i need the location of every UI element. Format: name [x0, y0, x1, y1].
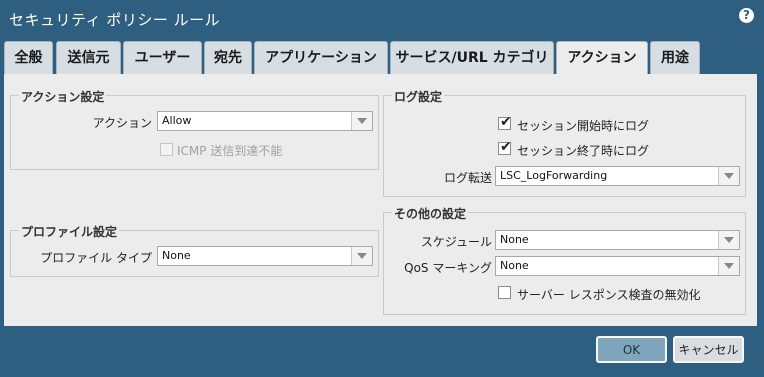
action-label: アクション [92, 116, 152, 130]
other-settings-legend: その他の設定 [392, 205, 469, 222]
checkmark-icon: ✔ [500, 114, 512, 130]
icmp-unreachable-checkbox[interactable] [160, 143, 173, 156]
checkmark-icon: ✔ [500, 139, 512, 155]
chevron-down-icon[interactable] [718, 167, 739, 185]
tab-general[interactable]: 全般 [4, 41, 53, 74]
log-at-session-start-label: セッション開始時にログ [517, 119, 650, 133]
dialog-title: セキュリティ ポリシー ルール [9, 11, 221, 29]
help-icon[interactable]: ? [739, 8, 754, 23]
log-settings-legend: ログ設定 [392, 88, 445, 105]
profile-type-value: None [162, 249, 191, 262]
disable-server-response-inspection-checkbox[interactable] [498, 286, 511, 299]
other-settings-group: その他の設定 スケジュール None QoS マーキング None サーバー レ… [383, 205, 746, 315]
tab-user[interactable]: ユーザー [123, 41, 202, 74]
log-at-session-end-label: セッション終了時にログ [517, 144, 650, 158]
action-settings-legend: アクション設定 [19, 88, 107, 105]
qos-marking-value: None [500, 259, 529, 272]
chevron-down-icon[interactable] [718, 231, 739, 249]
schedule-value: None [500, 233, 529, 246]
profile-settings-legend: プロファイル設定 [19, 223, 120, 240]
tab-actions[interactable]: アクション [556, 41, 648, 76]
log-at-session-start-checkbox[interactable]: ✔ [498, 114, 512, 130]
schedule-label: スケジュール [420, 235, 492, 249]
log-forwarding-select[interactable]: LSC_LogForwarding [495, 166, 740, 186]
disable-server-response-inspection-label: サーバー レスポンス検査の無効化 [517, 288, 701, 302]
action-select-value: Allow [162, 114, 192, 127]
log-forwarding-value: LSC_LogForwarding [500, 169, 608, 182]
log-forwarding-label: ログ転送 [443, 171, 492, 185]
qos-marking-label: QoS マーキング [404, 261, 492, 275]
action-settings-group: アクション設定 アクション Allow ICMP 送信到達不能 [10, 88, 379, 170]
tab-destination[interactable]: 宛先 [204, 41, 252, 74]
schedule-select[interactable]: None [495, 230, 740, 250]
action-select[interactable]: Allow [157, 111, 373, 131]
chevron-down-icon[interactable] [351, 247, 372, 265]
tab-service-url-category[interactable]: サービス/URL カテゴリ [390, 41, 554, 74]
tab-content-panel: アクション設定 アクション Allow ICMP 送信到達不能 プロファイル設定… [4, 74, 757, 326]
log-settings-group: ログ設定 ✔ セッション開始時にログ ✔ セッション終了時にログ ログ転送 LS… [383, 88, 746, 197]
profile-type-label: プロファイル タイプ [40, 251, 152, 265]
dialog-titlebar: セキュリティ ポリシー ルール ? [0, 0, 764, 36]
log-at-session-end-checkbox[interactable]: ✔ [498, 139, 512, 155]
tab-source[interactable]: 送信元 [56, 41, 121, 74]
qos-marking-select[interactable]: None [495, 256, 740, 276]
icmp-unreachable-label: ICMP 送信到達不能 [177, 144, 283, 158]
profile-settings-group: プロファイル設定 プロファイル タイプ None [10, 223, 379, 277]
tab-application[interactable]: アプリケーション [254, 41, 388, 74]
profile-type-select[interactable]: None [157, 246, 373, 266]
cancel-button[interactable]: キャンセル [673, 336, 744, 363]
tab-usage[interactable]: 用途 [650, 41, 700, 74]
ok-button[interactable]: OK [596, 336, 667, 363]
chevron-down-icon[interactable] [718, 257, 739, 275]
chevron-down-icon[interactable] [351, 112, 372, 130]
